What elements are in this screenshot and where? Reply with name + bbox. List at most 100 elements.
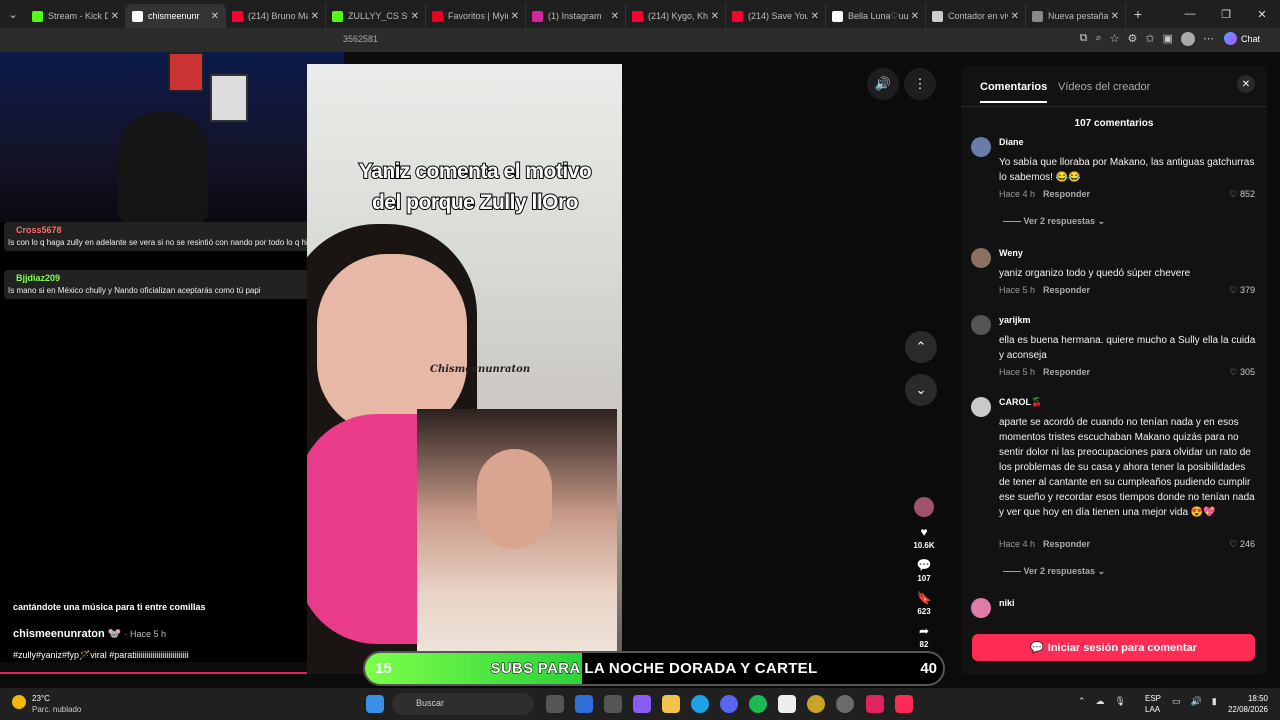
comment-icon[interactable]: 💬 xyxy=(917,558,932,572)
app-icon[interactable] xyxy=(866,695,884,713)
clock[interactable]: 18:50 22/08/2026 xyxy=(1228,693,1268,715)
browser-tab[interactable]: Favoritos | Myinst✕ xyxy=(426,4,526,28)
app-icon[interactable] xyxy=(807,695,825,713)
login-to-comment-button[interactable]: 💬 Iniciar sesión para comentar xyxy=(972,634,1255,661)
tab-close-icon[interactable]: ✕ xyxy=(311,11,319,22)
reply-button[interactable]: Responder xyxy=(1043,539,1090,549)
tab-close-icon[interactable]: ✕ xyxy=(111,11,119,22)
view-replies-button[interactable]: —— Ver 2 respuestas ⌄ xyxy=(1003,216,1105,227)
browser-tab[interactable]: (1) Instagram ✕ xyxy=(526,4,626,28)
reply-button[interactable]: Responder xyxy=(1043,189,1090,199)
weather-widget[interactable]: 23°C Parc. nublado xyxy=(12,693,81,715)
minimize-icon[interactable]: — xyxy=(1172,8,1208,20)
profile-avatar[interactable] xyxy=(1181,32,1195,46)
reply-button[interactable]: Responder xyxy=(1043,285,1090,295)
like-icon[interactable]: ♥ xyxy=(920,525,927,539)
video-progress-bar[interactable] xyxy=(0,672,344,674)
notes-app-icon[interactable] xyxy=(575,695,593,713)
reply-button[interactable]: Responder xyxy=(1043,367,1090,377)
tab-creator-videos[interactable]: Vídeos del creador xyxy=(1058,81,1150,93)
cloud-icon[interactable]: ☁ xyxy=(1096,696,1105,707)
browser-tab[interactable]: (214) Save Your T✕ xyxy=(726,4,826,28)
commenter-avatar[interactable] xyxy=(971,598,991,618)
tiktok-icon[interactable] xyxy=(895,695,913,713)
tab-close-icon[interactable]: ✕ xyxy=(911,11,919,22)
zoom-icon[interactable]: ⌕ xyxy=(1095,32,1101,46)
url-text[interactable]: 3562581 xyxy=(343,34,378,44)
capcut-icon[interactable] xyxy=(778,695,796,713)
creator-name[interactable]: chismeenunraton 🐭 xyxy=(13,628,121,640)
favorite-star-icon[interactable]: ☆ xyxy=(1110,32,1120,46)
close-window-icon[interactable]: ✕ xyxy=(1244,8,1280,21)
favorites-list-icon[interactable]: ✩ xyxy=(1145,32,1154,46)
search-box[interactable]: Buscar xyxy=(392,693,534,715)
speaker-icon[interactable]: 🔊 xyxy=(1191,696,1202,707)
tab-close-icon[interactable]: ✕ xyxy=(411,11,419,22)
commenter-avatar[interactable] xyxy=(971,248,991,268)
tab-close-icon[interactable]: ✕ xyxy=(211,11,219,22)
copilot-chat-button[interactable]: Chat xyxy=(1223,32,1260,45)
volume-icon[interactable]: 🔊 xyxy=(867,68,899,100)
collections-icon[interactable]: ▣ xyxy=(1163,32,1173,46)
video-hashtags[interactable]: #zully#yaniz#fyp🪄viral #paratiiiiiiiiiii… xyxy=(13,650,189,661)
discord-icon[interactable] xyxy=(720,695,738,713)
spotify-icon[interactable] xyxy=(749,695,767,713)
commenter-avatar[interactable] xyxy=(971,137,991,157)
maximize-icon[interactable]: ❐ xyxy=(1208,8,1244,21)
commenter-name[interactable]: CAROL🍒 xyxy=(999,397,1042,408)
commenter-name[interactable]: Diane xyxy=(999,137,1024,147)
commenter-name[interactable]: niki xyxy=(999,598,1015,608)
creator-avatar[interactable] xyxy=(914,497,934,517)
more-options-icon[interactable]: ⋯ xyxy=(1203,32,1214,46)
battery-icon[interactable]: ▮ xyxy=(1212,696,1217,707)
commenter-name[interactable]: Weny xyxy=(999,248,1023,258)
browser-tab[interactable]: Contador en vivo✕ xyxy=(926,4,1026,28)
close-icon[interactable]: ✕ xyxy=(1237,75,1255,93)
new-tab-button[interactable]: + xyxy=(1126,6,1150,22)
obs-icon[interactable] xyxy=(836,695,854,713)
browser-tab[interactable]: chismeenunr ✕ xyxy=(126,4,226,28)
next-video-button[interactable]: ⌄ xyxy=(905,374,937,406)
more-options-icon[interactable]: ⋮ xyxy=(904,68,936,100)
tab-comments[interactable]: Comentarios xyxy=(980,81,1048,103)
tab-close-icon[interactable]: ✕ xyxy=(711,11,719,22)
browser-tab[interactable]: (214) Kygo, Khalid✕ xyxy=(626,4,726,28)
tab-close-icon[interactable]: ✕ xyxy=(1111,11,1119,22)
commenter-name[interactable]: yarijkm xyxy=(999,315,1031,325)
copilot-icon xyxy=(1223,32,1237,45)
browser-tab[interactable]: ZULLYY_CS Stream✕ xyxy=(326,4,426,28)
bookmark-icon[interactable]: 🔖 xyxy=(917,591,932,605)
view-replies-button[interactable]: —— Ver 2 respuestas ⌄ xyxy=(1003,566,1105,577)
copilot-app-icon[interactable] xyxy=(633,695,651,713)
commenter-avatar[interactable] xyxy=(971,397,991,417)
share-icon[interactable]: ➦ xyxy=(919,624,929,638)
comment-like[interactable]: ♡ 852 xyxy=(1229,189,1255,200)
task-view-icon[interactable] xyxy=(546,695,564,713)
browser-tab[interactable]: Stream - Kick Da✕ xyxy=(26,4,126,28)
commenter-avatar[interactable] xyxy=(971,315,991,335)
browser-tab[interactable]: Nueva pestaña ✕ xyxy=(1026,4,1126,28)
open-in-app-icon[interactable]: ⧉ xyxy=(1080,32,1088,46)
comment-like[interactable]: ♡ 379 xyxy=(1229,285,1255,296)
store-icon[interactable] xyxy=(604,695,622,713)
previous-video-button[interactable]: ⌃ xyxy=(905,331,937,363)
browser-tab[interactable]: Bella Luna♡uu ✕ xyxy=(826,4,926,28)
language-indicator[interactable]: ESP LAA xyxy=(1145,693,1161,715)
browser-tab[interactable]: (214) Bruno Mars✕ xyxy=(226,4,326,28)
file-explorer-icon[interactable] xyxy=(662,695,680,713)
comment-like[interactable]: ♡ 246 xyxy=(1229,539,1255,550)
chat-text: Is con lo q haga zully en adelante se ve… xyxy=(8,238,317,247)
tab-close-icon[interactable]: ✕ xyxy=(811,11,819,22)
tab-close-icon[interactable]: ✕ xyxy=(1011,11,1019,22)
network-icon[interactable]: ▭ xyxy=(1172,696,1181,707)
video-player[interactable]: Yaniz comenta el motivo del porque Zully… xyxy=(307,64,622,674)
tab-close-icon[interactable]: ✕ xyxy=(611,11,619,22)
comment-like[interactable]: ♡ 305 xyxy=(1229,367,1255,378)
extensions-icon[interactable]: ⚙ xyxy=(1128,32,1138,46)
start-icon[interactable] xyxy=(366,695,384,713)
edge-icon[interactable] xyxy=(691,695,709,713)
tab-actions-menu-icon[interactable]: ⌄ xyxy=(0,3,26,25)
chevron-up-icon[interactable]: ⌃ xyxy=(1078,696,1086,707)
tab-close-icon[interactable]: ✕ xyxy=(511,11,519,22)
microphone-icon[interactable]: 🎙 xyxy=(1115,696,1126,707)
